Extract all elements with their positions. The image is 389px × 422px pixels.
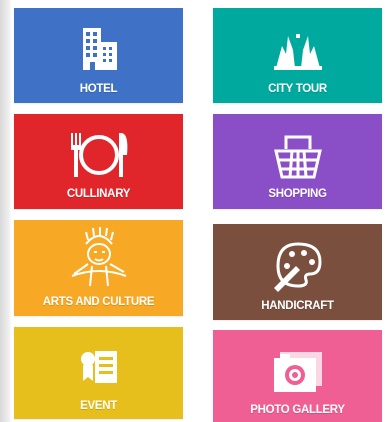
tile-hotel[interactable]: HOTEL [14,8,183,103]
tile-handicraft[interactable]: HANDICRAFT [213,224,382,320]
event-certificate-icon [71,341,127,397]
tile-city-tour[interactable]: CITY TOUR [213,8,382,103]
paint-palette-icon [270,236,326,292]
hotel-building-icon [71,22,127,78]
tile-event[interactable]: EVENT [14,327,183,419]
tile-photo-gallery[interactable]: PHOTO GALLERY [213,330,382,422]
camera-icon [266,344,330,400]
tile-shopping[interactable]: SHOPPING [213,114,382,209]
tile-label: SHOPPING [268,188,327,200]
plate-fork-knife-icon [63,127,135,183]
shopping-basket-icon [270,127,326,183]
tile-label: CITY TOUR [268,83,327,95]
tile-label: EVENT [80,400,117,412]
tile-label: ARTS AND CULTURE [42,296,155,308]
tile-label: HOTEL [79,83,118,95]
tile-label: PHOTO GALLERY [250,404,345,416]
tile-arts-and-culture[interactable]: ARTS AND CULTURE [14,220,183,316]
dancer-mask-icon [64,226,134,292]
tile-cullinary[interactable]: CULLINARY [14,114,183,209]
left-edge-shadow [0,0,12,422]
tile-label: CULLINARY [66,188,131,200]
temple-gate-icon [270,20,326,76]
tile-label: HANDICRAFT [261,300,334,312]
